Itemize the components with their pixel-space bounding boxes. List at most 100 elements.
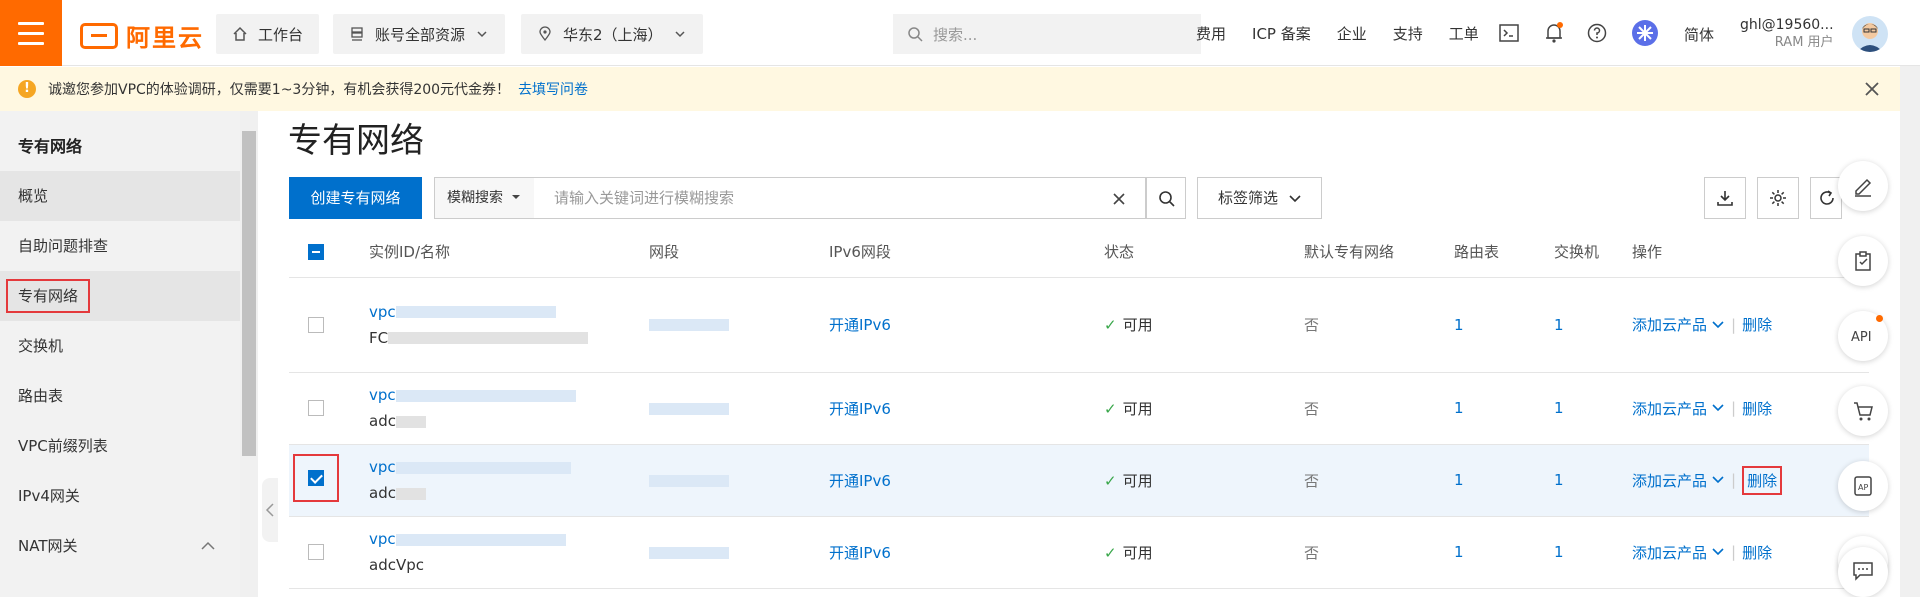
global-search-input[interactable]: 搜索... [893,14,1201,54]
user-info[interactable]: ghl@19560... RAM 用户 [1740,16,1834,52]
chat-float-button[interactable] [1838,547,1888,597]
table-row: vpc adc 开通IPv6 ✓ 可用 否 1 1 添加云产品 | 删除 [289,372,1869,445]
chevron-down-icon [1712,320,1724,328]
tag-filter-label: 标签筛选 [1218,189,1279,207]
instance-id-link[interactable]: vpc [369,303,396,321]
app-doc-icon: AP [1854,476,1872,496]
enterprise-link[interactable]: 企业 [1337,23,1367,44]
sidebar-scrollbar[interactable] [240,111,258,597]
instance-id-link[interactable]: vpc [369,530,396,548]
clipboard-float-button[interactable] [1838,236,1888,286]
close-icon[interactable] [1862,79,1882,99]
sidebar-item-overview[interactable]: 概览 [0,171,240,221]
vswitch-count-link[interactable]: 1 [1554,543,1564,561]
instance-id-link[interactable]: vpc [369,386,396,404]
chevron-down-icon [675,31,685,38]
row-checkbox-checked[interactable] [308,470,324,486]
fees-link[interactable]: 费用 [1196,23,1226,44]
row-checkbox[interactable] [308,316,324,333]
support-link[interactable]: 支持 [1393,23,1423,44]
select-all-checkbox[interactable] [308,243,324,260]
enable-ipv6-link[interactable]: 开通IPv6 [829,400,891,418]
cart-float-button[interactable] [1838,386,1888,436]
chevron-down-icon [1712,404,1724,412]
icp-link[interactable]: ICP 备案 [1252,23,1311,44]
sidebar-scrollbar-thumb[interactable] [242,131,256,456]
bell-icon[interactable] [1544,22,1564,44]
route-table-count-link[interactable]: 1 [1454,399,1464,417]
create-vpc-button[interactable]: 创建专有网络 [289,177,422,219]
vpc-table: 实例ID/名称 网段 IPv6网段 状态 默认专有网络 路由表 交换机 操作 v… [289,227,1869,589]
page-scrollbar[interactable] [1900,66,1920,597]
app-float-button[interactable]: AP [1838,461,1888,511]
warning-icon: ! [18,80,36,98]
vswitch-count-link[interactable]: 1 [1554,316,1564,334]
ai-assistant-icon[interactable] [1632,20,1658,46]
add-product-dropdown[interactable]: 添加云产品 [1632,470,1707,491]
sidebar-item-vswitch[interactable]: 交换机 [0,321,240,371]
settings-button[interactable] [1757,177,1799,219]
resources-dropdown[interactable]: 账号全部资源 [333,14,506,54]
refresh-icon [1820,190,1834,205]
edit-float-button[interactable] [1838,161,1888,211]
column-header-ipv6: IPv6网段 [829,227,1104,278]
enable-ipv6-link[interactable]: 开通IPv6 [829,316,891,334]
sidebar-item-label: NAT网关 [18,537,78,555]
vswitch-count-link[interactable]: 1 [1554,399,1564,417]
sidebar-item-ipv4-gateway[interactable]: IPv4网关 [0,471,240,521]
help-icon[interactable] [1587,23,1607,43]
menu-hamburger-icon[interactable] [0,0,62,66]
default-vpc-value: 否 [1304,277,1454,373]
keyword-search-input[interactable]: 请输入关键词进行模糊搜索 [534,177,1146,219]
region-dropdown[interactable]: 华东2（上海） [521,14,703,54]
search-icon [1159,191,1175,207]
route-table-count-link[interactable]: 1 [1454,471,1464,489]
language-switch[interactable]: 简体 [1684,24,1714,45]
redacted-cidr [649,474,729,487]
add-product-dropdown[interactable]: 添加云产品 [1632,398,1707,419]
delete-link[interactable]: 删除 [1742,542,1772,563]
user-role: RAM 用户 [1774,35,1834,50]
delete-link[interactable]: 删除 [1742,398,1772,419]
download-button[interactable] [1704,177,1746,219]
terminal-icon[interactable] [1499,24,1519,42]
keyword-search-placeholder: 请输入关键词进行模糊搜索 [554,189,735,207]
tag-filter-dropdown[interactable]: 标签筛选 [1197,177,1322,219]
add-product-dropdown[interactable]: 添加云产品 [1632,314,1707,335]
route-table-count-link[interactable]: 1 [1454,316,1464,334]
ticket-link[interactable]: 工单 [1449,23,1479,44]
region-label: 华东2（上海） [563,25,663,44]
redacted-name [395,487,426,500]
search-mode-select[interactable]: 模糊搜索 [434,177,534,219]
add-product-dropdown[interactable]: 添加云产品 [1632,542,1707,563]
main-content: 专有网络 创建专有网络 模糊搜索 请输入关键词进行模糊搜索 标签筛选 实例ID/… [262,111,1920,597]
survey-link[interactable]: 去填写问卷 [518,79,588,99]
aliyun-logo[interactable]: 阿里云 [80,18,204,53]
workbench-button[interactable]: 工作台 [216,14,320,54]
column-header-route-table: 路由表 [1454,227,1554,278]
enable-ipv6-link[interactable]: 开通IPv6 [829,472,891,490]
sidebar-item-nat-gateway[interactable]: NAT网关 [0,521,240,571]
row-checkbox[interactable] [308,544,324,560]
avatar[interactable] [1852,16,1888,52]
sidebar-item-prefix-list[interactable]: VPC前缀列表 [0,421,240,471]
redacted-cidr [649,546,729,559]
sidebar-item-troubleshoot[interactable]: 自助问题排查 [0,221,240,271]
delete-link-highlighted[interactable]: 删除 [1742,465,1783,495]
avatar-face-icon [1857,23,1883,52]
notification-dot [1876,315,1883,322]
row-checkbox[interactable] [308,400,324,416]
enable-ipv6-link[interactable]: 开通IPv6 [829,544,891,562]
api-float-button[interactable]: API [1838,311,1888,361]
route-table-count-link[interactable]: 1 [1454,543,1464,561]
chat-icon [1853,562,1873,581]
vswitch-count-link[interactable]: 1 [1554,471,1564,489]
aliyun-logo-icon [80,22,118,49]
delete-link[interactable]: 删除 [1742,314,1772,335]
sidebar-item-route-table[interactable]: 路由表 [0,371,240,421]
search-button[interactable] [1146,177,1186,219]
instance-id-link[interactable]: vpc [369,458,396,476]
clear-icon[interactable] [1112,192,1126,206]
sidebar-item-vpc[interactable]: 专有网络 [0,271,240,321]
table-row: vpc FC 开通IPv6 ✓ 可用 否 1 1 添加云产品 | 删除 [289,277,1869,373]
